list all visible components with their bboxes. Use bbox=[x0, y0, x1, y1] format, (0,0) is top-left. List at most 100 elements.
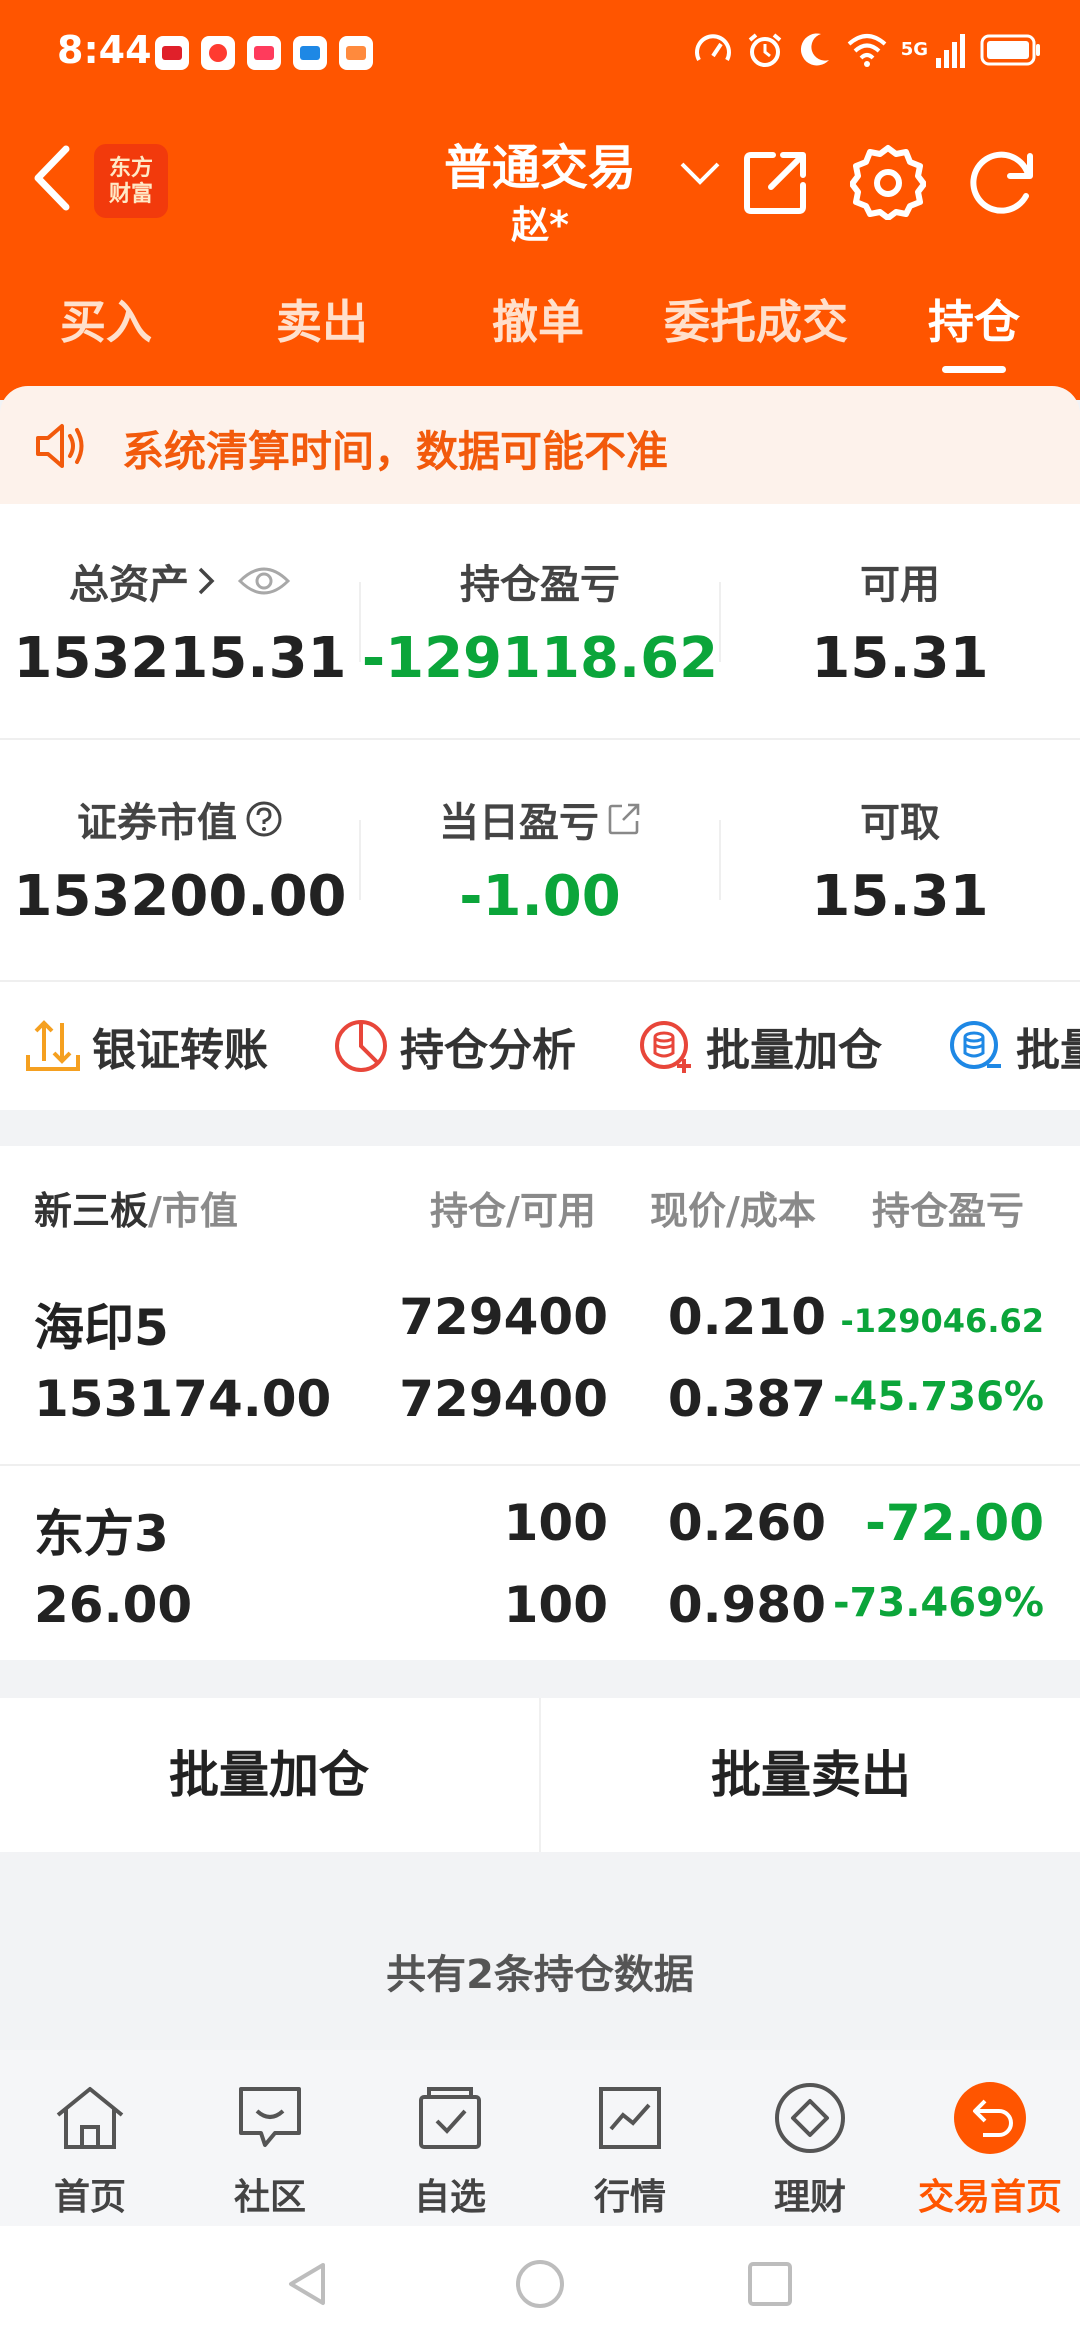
wallet-app-icon bbox=[293, 36, 327, 70]
watchlist-icon bbox=[419, 2087, 481, 2149]
chat-icon bbox=[239, 2087, 301, 2147]
stock-pl-pct: -73.469% bbox=[832, 1580, 1044, 1626]
huawei-app-icon bbox=[155, 36, 189, 70]
back-button[interactable] bbox=[22, 138, 82, 218]
notification-icons bbox=[155, 36, 373, 70]
stock-pl: -72.00 bbox=[865, 1494, 1044, 1552]
holdings-table: 新三板/市值 持仓/可用 现价/成本 持仓盈亏 海印5 153174.00 72… bbox=[0, 1146, 1080, 1660]
notice-text: 系统清算时间，数据可能不准 bbox=[122, 427, 669, 476]
refresh-button[interactable] bbox=[962, 142, 1042, 222]
system-home-button[interactable] bbox=[510, 2254, 570, 2314]
nav-watchlist[interactable]: 自选 bbox=[360, 2068, 540, 2218]
diamond-icon bbox=[775, 2083, 845, 2153]
daily-pl-label-wrap: 当日盈亏 bbox=[360, 790, 720, 848]
position-pl-value: -129118.62 bbox=[361, 626, 719, 691]
header-qty[interactable]: 持仓/可用 bbox=[430, 1180, 596, 1235]
wifi-icon bbox=[847, 34, 887, 67]
share-button[interactable] bbox=[736, 142, 816, 222]
trade-tabs: 买入 卖出 撤单 委托成交 持仓 bbox=[0, 282, 1080, 373]
help-icon[interactable] bbox=[245, 800, 283, 838]
asset-row: 总资产 153215.31 持仓盈亏 -129118.62 可用 15.31 bbox=[0, 504, 1080, 740]
circle-home-icon bbox=[516, 2260, 564, 2308]
withdrawable-cell: 可取 15.31 bbox=[720, 742, 1080, 978]
bank-transfer-button[interactable]: 银证转账 bbox=[24, 1016, 268, 1076]
stock-market-value: 153174.00 bbox=[34, 1370, 332, 1428]
nav-trade-home[interactable]: 交易首页 bbox=[900, 2068, 1080, 2218]
speaker-icon bbox=[36, 424, 84, 468]
tab-cancel-order[interactable]: 撤单 bbox=[478, 282, 598, 362]
nav-label: 社区 bbox=[233, 2177, 306, 2218]
available-value: 15.31 bbox=[811, 626, 989, 691]
chevron-right-icon bbox=[198, 567, 215, 595]
asset-row: 证券市值 153200.00 当日盈亏 -1.00 可取 15.31 bbox=[0, 742, 1080, 978]
nav-market[interactable]: 行情 bbox=[540, 2068, 720, 2218]
header: 8:44 5G 东方 财富 普通交易 赵* 买入 卖出 撤单 委托成交 持仓 bbox=[0, 0, 1080, 400]
daily-pl-cell[interactable]: 当日盈亏 -1.00 bbox=[360, 742, 720, 978]
header-market[interactable]: 新三板/市值 bbox=[34, 1180, 238, 1235]
network-label: 5G bbox=[900, 39, 928, 60]
batch-actions: 批量加仓 批量卖出 bbox=[0, 1698, 1080, 1852]
chevron-down-icon bbox=[680, 162, 720, 185]
tab-positions[interactable]: 持仓 bbox=[912, 282, 1036, 362]
batch-sell-button[interactable]: 批量卖出 bbox=[542, 1698, 1080, 1852]
page-title[interactable]: 普通交易 bbox=[420, 128, 660, 198]
table-row[interactable]: 东方3 26.00 100 100 0.260 0.980 -72.00 -73… bbox=[0, 1468, 1080, 1672]
tool-label: 批量 bbox=[1016, 1025, 1080, 1076]
available-label: 可用 bbox=[860, 562, 940, 608]
batch-add-tool-button[interactable]: 批量加仓 bbox=[638, 1016, 882, 1076]
position-analysis-button[interactable]: 持仓分析 bbox=[332, 1016, 576, 1076]
tab-sell[interactable]: 卖出 bbox=[262, 282, 382, 362]
alarm-icon bbox=[748, 33, 781, 67]
stock-available: 100 bbox=[503, 1576, 608, 1634]
gear-icon bbox=[850, 145, 926, 220]
batch-add-button[interactable]: 批量加仓 bbox=[0, 1698, 538, 1852]
nav-wealth[interactable]: 理财 bbox=[720, 2068, 900, 2218]
share-icon bbox=[744, 152, 806, 214]
account-name[interactable]: 赵* bbox=[420, 194, 660, 249]
stock-pl: -129046.62 bbox=[840, 1302, 1044, 1340]
external-link-icon bbox=[608, 803, 640, 835]
market-value-label-wrap: 证券市值 bbox=[0, 790, 360, 848]
shopping-app-icon bbox=[339, 36, 373, 70]
eye-icon[interactable] bbox=[237, 564, 291, 598]
nav-home[interactable]: 首页 bbox=[0, 2068, 180, 2218]
tab-orders-trades[interactable]: 委托成交 bbox=[644, 282, 868, 362]
brand-logo[interactable]: 东方 财富 bbox=[94, 144, 168, 218]
position-pl-label: 持仓盈亏 bbox=[460, 562, 620, 608]
status-bar: 8:44 5G bbox=[0, 0, 1080, 106]
logo-line1: 东方 bbox=[108, 155, 153, 181]
record-app-icon bbox=[201, 36, 235, 70]
pie-chart-icon bbox=[335, 1020, 387, 1072]
system-back-button[interactable] bbox=[278, 2254, 338, 2314]
table-row[interactable]: 海印5 153174.00 729400 729400 0.210 0.387 … bbox=[0, 1262, 1080, 1466]
system-recents-button[interactable] bbox=[740, 2254, 800, 2314]
speed-icon bbox=[694, 34, 731, 61]
settings-button[interactable] bbox=[848, 142, 928, 222]
refresh-icon bbox=[970, 151, 1033, 214]
withdrawable-label: 可取 bbox=[860, 800, 940, 846]
stock-cost: 0.980 bbox=[667, 1576, 826, 1634]
total-assets-value: 153215.31 bbox=[13, 626, 347, 691]
holdings-count: 共有2条持仓数据 bbox=[386, 1952, 694, 1998]
tool-label: 持仓分析 bbox=[400, 1025, 576, 1076]
batch-sell-tool-button[interactable]: 批量 bbox=[948, 1016, 1080, 1076]
header-pl[interactable]: 持仓盈亏 bbox=[872, 1180, 1042, 1235]
signal-icon bbox=[936, 34, 965, 68]
total-assets-cell[interactable]: 总资产 153215.31 bbox=[0, 504, 360, 740]
stock-position: 100 bbox=[503, 1494, 608, 1552]
nav-label: 自选 bbox=[413, 2177, 486, 2218]
header-price[interactable]: 现价/成本 bbox=[650, 1180, 816, 1235]
stock-price: 0.210 bbox=[667, 1288, 826, 1346]
system-status-icons: 5G bbox=[693, 30, 1042, 70]
chart-icon bbox=[599, 2087, 661, 2149]
market-value-value: 153200.00 bbox=[13, 864, 347, 929]
nav-community[interactable]: 社区 bbox=[180, 2068, 360, 2218]
battery-icon bbox=[980, 34, 1040, 66]
header-market-label: 新三板 bbox=[34, 1189, 149, 1233]
market-value-label: 证券市值 bbox=[77, 800, 237, 846]
tab-buy[interactable]: 买入 bbox=[46, 282, 166, 362]
clearing-notice[interactable]: 系统清算时间，数据可能不准 bbox=[0, 386, 1080, 504]
position-pl-cell: 持仓盈亏 -129118.62 bbox=[360, 504, 720, 740]
stock-name: 东方3 bbox=[34, 1505, 169, 1563]
account-switch-button[interactable] bbox=[678, 160, 722, 190]
